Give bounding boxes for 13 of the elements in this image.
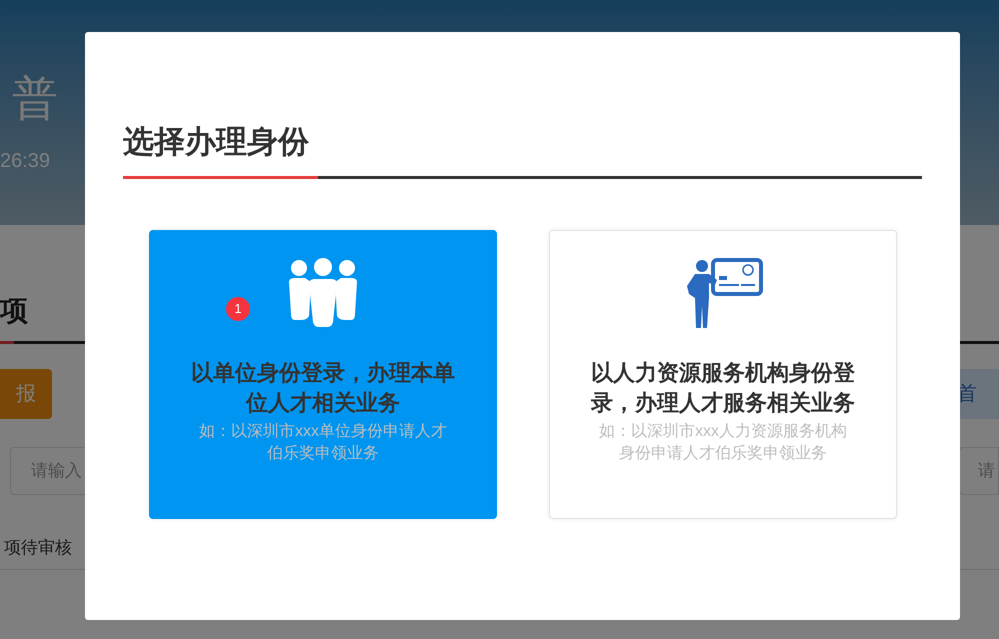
status-text: 项待审核: [3, 537, 73, 559]
option-example: 如：以深圳市xxx人力资源服务机构身份申请人才伯乐奖申领业务: [598, 422, 848, 464]
header-time: 26:39: [0, 149, 50, 174]
identity-option-card[interactable]: 1 以单位身份登录，办理本单位人才相关业务 如：以深圳市xxx单位身份申请人才伯乐奖申领业务: [149, 230, 497, 519]
header-title: 普: [12, 71, 59, 126]
count-badge: 1: [226, 297, 250, 321]
apply-button[interactable]: 报: [0, 369, 52, 419]
people-icon: [287, 258, 359, 328]
dialog-title: 选择办理身份: [123, 123, 310, 161]
option-example: 如：以深圳市xxx单位身份申请人才伯乐奖申领业务: [198, 422, 448, 464]
identity-option-card[interactable]: 以人力资源服务机构身份登录，办理人才服务相关业务 如：以深圳市xxx人力资源服务机构身份申请人才伯乐奖申领业务: [549, 230, 897, 519]
option-title: 以单位身份登录，办理本单位人才相关业务: [190, 359, 456, 417]
option-title: 以人力资源服务机构身份登录，办理人才服务相关业务: [590, 359, 856, 417]
